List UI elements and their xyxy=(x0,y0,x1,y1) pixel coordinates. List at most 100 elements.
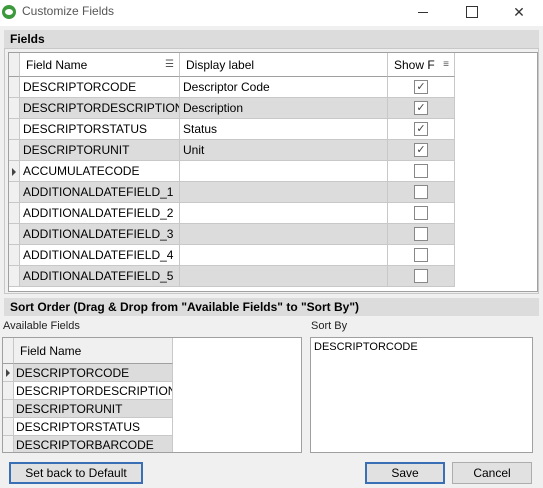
field-name-cell[interactable]: DESCRIPTORSTATUS xyxy=(20,119,180,140)
fields-row[interactable]: DESCRIPTORSTATUS Status ✓ xyxy=(9,119,455,140)
row-indicator[interactable] xyxy=(3,382,14,400)
sort-by-label: Sort By xyxy=(311,320,348,332)
fields-row[interactable]: ADDITIONALDATEFIELD_3 xyxy=(9,224,455,245)
filter-icon: ≡ xyxy=(443,59,449,70)
available-field-row[interactable]: DESCRIPTORCODE xyxy=(3,364,173,382)
sort-by-list[interactable]: DESCRIPTORCODE xyxy=(310,337,533,453)
show-field-checkbox[interactable] xyxy=(414,185,428,199)
display-label-cell[interactable]: Descriptor Code xyxy=(180,77,388,98)
row-indicator-header xyxy=(9,53,20,77)
column-header-display-label[interactable]: Display label xyxy=(180,53,388,77)
field-name-cell[interactable]: ADDITIONALDATEFIELD_5 xyxy=(20,266,180,287)
available-field-cell[interactable]: DESCRIPTORBARCODE xyxy=(14,436,173,452)
show-field-cell: ✓ xyxy=(388,140,455,161)
show-field-checkbox[interactable]: ✓ xyxy=(414,80,428,94)
row-indicator[interactable] xyxy=(3,400,14,418)
minimize-button[interactable] xyxy=(400,0,446,24)
fields-grid-header: Field Name ☰ Display label Show F ≡ xyxy=(9,53,455,77)
app-icon xyxy=(2,5,16,19)
field-name-cell[interactable]: DESCRIPTORDESCRIPTION xyxy=(20,98,180,119)
display-label-cell[interactable] xyxy=(180,245,388,266)
field-name-cell[interactable]: ADDITIONALDATEFIELD_4 xyxy=(20,245,180,266)
show-field-cell xyxy=(388,203,455,224)
row-indicator[interactable] xyxy=(9,119,20,140)
available-field-row[interactable]: DESCRIPTORSTATUS xyxy=(3,418,173,436)
sort-by-item[interactable]: DESCRIPTORCODE xyxy=(314,341,529,353)
show-field-checkbox[interactable]: ✓ xyxy=(414,143,428,157)
display-label-cell[interactable] xyxy=(180,161,388,182)
show-field-cell: ✓ xyxy=(388,98,455,119)
field-name-cell[interactable]: ADDITIONALDATEFIELD_3 xyxy=(20,224,180,245)
show-field-checkbox[interactable] xyxy=(414,206,428,220)
field-name-cell[interactable]: DESCRIPTORCODE xyxy=(20,77,180,98)
column-sort-icon: ☰ xyxy=(165,59,174,70)
display-label-cell[interactable] xyxy=(180,266,388,287)
fields-row[interactable]: DESCRIPTORCODE Descriptor Code ✓ xyxy=(9,77,455,98)
row-indicator[interactable] xyxy=(9,224,20,245)
available-fields-header: Field Name xyxy=(3,338,173,364)
row-indicator[interactable] xyxy=(3,418,14,436)
sort-order-group-header: Sort Order (Drag & Drop from "Available … xyxy=(4,298,539,316)
available-field-cell[interactable]: DESCRIPTORSTATUS xyxy=(14,418,173,436)
fields-row[interactable]: DESCRIPTORDESCRIPTION Description ✓ xyxy=(9,98,455,119)
display-label-cell[interactable] xyxy=(180,182,388,203)
field-name-cell[interactable]: DESCRIPTORUNIT xyxy=(20,140,180,161)
show-field-checkbox[interactable]: ✓ xyxy=(414,101,428,115)
column-header-show[interactable]: Show F ≡ xyxy=(388,53,455,77)
column-header-field-name[interactable]: Field Name xyxy=(14,338,173,364)
show-field-checkbox[interactable] xyxy=(414,164,428,178)
field-name-cell[interactable]: ACCUMULATECODE xyxy=(20,161,180,182)
available-field-cell[interactable]: DESCRIPTORCODE xyxy=(14,364,173,382)
available-fields-grid[interactable]: Field Name DESCRIPTORCODE DESCRIPTORDESCR… xyxy=(2,337,302,453)
available-field-cell[interactable]: DESCRIPTORUNIT xyxy=(14,400,173,418)
display-label-cell[interactable] xyxy=(180,224,388,245)
show-field-cell xyxy=(388,182,455,203)
show-field-cell xyxy=(388,266,455,287)
field-name-cell[interactable]: ADDITIONALDATEFIELD_2 xyxy=(20,203,180,224)
fields-row[interactable]: ADDITIONALDATEFIELD_2 xyxy=(9,203,455,224)
display-label-cell[interactable]: Description xyxy=(180,98,388,119)
current-row-arrow-icon xyxy=(6,369,10,377)
fields-row[interactable]: ADDITIONALDATEFIELD_4 xyxy=(9,245,455,266)
row-indicator[interactable] xyxy=(9,161,20,182)
cancel-button[interactable]: Cancel xyxy=(452,462,532,484)
column-header-field-name[interactable]: Field Name ☰ xyxy=(20,53,180,77)
row-indicator[interactable] xyxy=(9,98,20,119)
row-indicator[interactable] xyxy=(9,140,20,161)
row-indicator[interactable] xyxy=(9,77,20,98)
fields-row[interactable]: ADDITIONALDATEFIELD_5 xyxy=(9,266,455,287)
display-label-cell[interactable]: Unit xyxy=(180,140,388,161)
row-indicator[interactable] xyxy=(9,203,20,224)
display-label-cell[interactable]: Status xyxy=(180,119,388,140)
available-field-row[interactable]: DESCRIPTORUNIT xyxy=(3,400,173,418)
available-field-row[interactable]: DESCRIPTORDESCRIPTION xyxy=(3,382,173,400)
maximize-button[interactable] xyxy=(448,0,494,24)
display-label-cell[interactable] xyxy=(180,203,388,224)
row-indicator[interactable] xyxy=(9,245,20,266)
show-field-checkbox[interactable]: ✓ xyxy=(414,122,428,136)
field-name-cell[interactable]: ADDITIONALDATEFIELD_1 xyxy=(20,182,180,203)
row-indicator[interactable] xyxy=(3,364,14,382)
row-indicator[interactable] xyxy=(3,436,14,452)
row-indicator-header xyxy=(3,338,14,364)
show-field-cell xyxy=(388,161,455,182)
fields-row[interactable]: ACCUMULATECODE xyxy=(9,161,455,182)
row-indicator[interactable] xyxy=(9,182,20,203)
available-field-cell[interactable]: DESCRIPTORDESCRIPTION xyxy=(14,382,173,400)
show-field-checkbox[interactable] xyxy=(414,269,428,283)
available-fields-label: Available Fields xyxy=(3,320,80,332)
close-button[interactable]: ✕ xyxy=(496,0,542,24)
current-row-arrow-icon xyxy=(12,168,16,176)
show-field-checkbox[interactable] xyxy=(414,248,428,262)
available-field-row[interactable]: DESCRIPTORBARCODE xyxy=(3,436,173,452)
fields-row[interactable]: ADDITIONALDATEFIELD_1 xyxy=(9,182,455,203)
show-field-cell xyxy=(388,224,455,245)
fields-grid[interactable]: Field Name ☰ Display label Show F ≡ DESC… xyxy=(8,52,538,292)
set-back-to-default-button[interactable]: Set back to Default xyxy=(9,462,143,484)
show-field-checkbox[interactable] xyxy=(414,227,428,241)
show-field-cell: ✓ xyxy=(388,119,455,140)
fields-row[interactable]: DESCRIPTORUNIT Unit ✓ xyxy=(9,140,455,161)
row-indicator[interactable] xyxy=(9,266,20,287)
save-button[interactable]: Save xyxy=(365,462,445,484)
show-field-cell xyxy=(388,245,455,266)
